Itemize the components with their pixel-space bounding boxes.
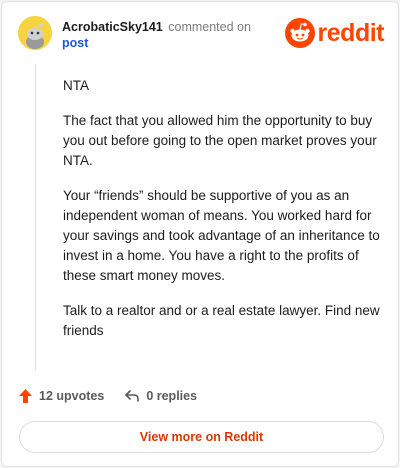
reply-button[interactable]: 0 replies	[124, 389, 197, 403]
upvote-button[interactable]: 12 upvotes	[18, 388, 104, 404]
commented-on-text: commented on	[168, 20, 251, 34]
comment-paragraph: The fact that you allowed him the opport…	[63, 113, 377, 168]
author-name[interactable]: AcrobaticSky141	[62, 20, 163, 34]
reddit-snoo-icon	[284, 18, 315, 48]
comment-paragraph: Talk to a realtor and or a real estate l…	[63, 303, 380, 338]
comment-meta: AcrobaticSky141 commented on post	[62, 19, 251, 51]
reply-count: 0 replies	[146, 389, 198, 403]
comment-paragraph: NTA	[63, 78, 89, 93]
upvote-arrow-icon	[19, 389, 32, 403]
reddit-wordmark: reddit	[317, 18, 385, 47]
thread-line	[35, 64, 36, 370]
comment-actions: 12 upvotes 0 replies	[18, 386, 197, 406]
user-avatar[interactable]	[18, 16, 52, 50]
comment-body: NTA The fact that you allowed him the op…	[63, 76, 381, 356]
view-more-button[interactable]: View more on Reddit	[19, 421, 384, 453]
comment-paragraph: Your “friends” should be supportive of y…	[63, 188, 380, 283]
snoo-avatar-icon	[18, 16, 52, 50]
reply-arrow-icon	[125, 390, 140, 402]
comment-header: AcrobaticSky141 commented on post reddit	[18, 16, 385, 56]
reddit-logo[interactable]: reddit	[284, 18, 385, 48]
embedded-comment-card: AcrobaticSky141 commented on post reddit…	[1, 1, 399, 467]
upvote-count: 12 upvotes	[39, 389, 105, 403]
post-link[interactable]: post	[62, 35, 251, 51]
